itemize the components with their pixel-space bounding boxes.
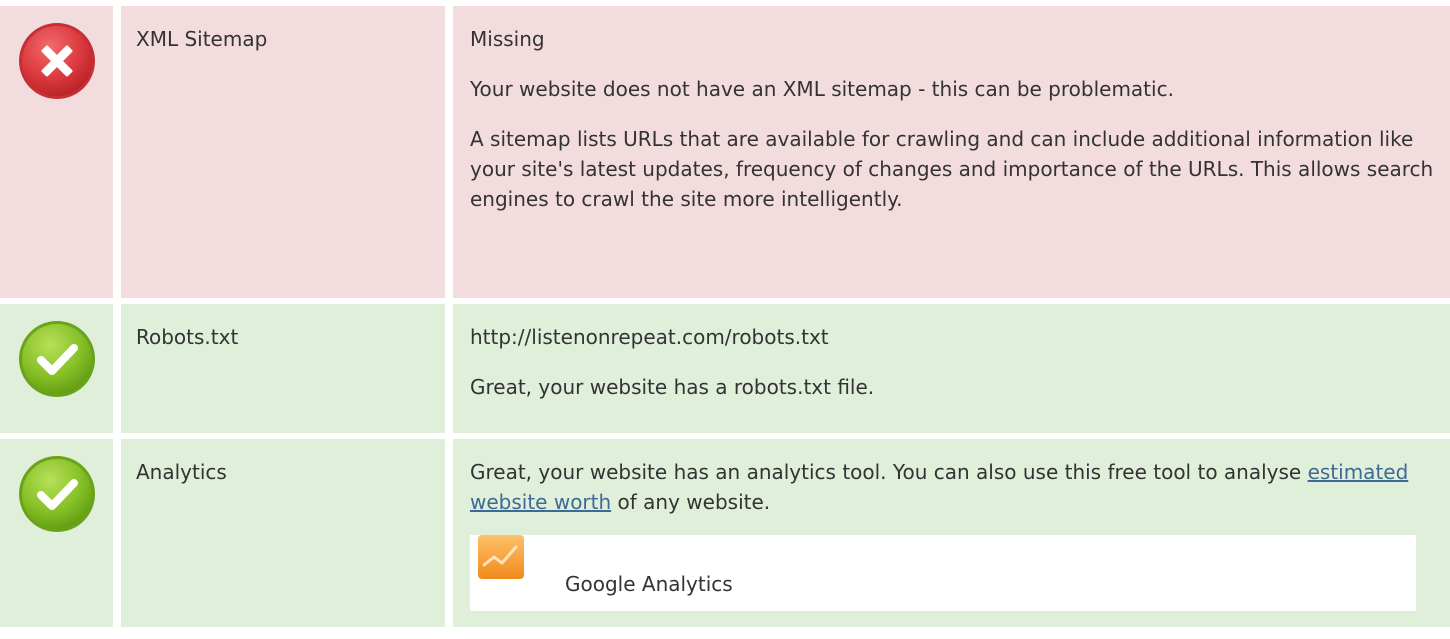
report-row-analytics: Analytics Great, your website has an ana… xyxy=(0,439,1450,627)
check-label: Analytics xyxy=(121,439,445,627)
check-value: Missing xyxy=(470,27,545,51)
status-cell xyxy=(0,6,113,298)
check-description: Your website does not have an XML sitema… xyxy=(470,77,1174,101)
check-details: Great, your website has an analytics too… xyxy=(453,439,1450,627)
check-description: Great, your website has an analytics too… xyxy=(470,457,1436,517)
status-cell xyxy=(0,304,113,433)
error-x-icon xyxy=(18,23,95,99)
description-text-after: of any website. xyxy=(611,490,771,514)
report-row-robots-txt: Robots.txt http://listenonrepeat.com/rob… xyxy=(0,304,1450,433)
success-check-icon xyxy=(18,456,95,532)
check-value: http://listenonrepeat.com/robots.txt xyxy=(470,325,829,349)
check-label: XML Sitemap xyxy=(121,6,445,298)
check-description: Great, your website has a robots.txt fil… xyxy=(470,375,875,399)
check-details: Missing Your website does not have an XM… xyxy=(453,6,1450,298)
success-check-icon xyxy=(18,321,95,397)
status-cell xyxy=(0,439,113,627)
check-label: Robots.txt xyxy=(121,304,445,433)
tool-name: Google Analytics xyxy=(565,572,733,596)
google-analytics-logo xyxy=(478,535,524,579)
seo-report-table: XML Sitemap Missing Your website does no… xyxy=(0,6,1450,633)
detected-tool-card: Google Analytics xyxy=(470,535,1416,611)
report-row-xml-sitemap: XML Sitemap Missing Your website does no… xyxy=(0,6,1450,298)
check-details: http://listenonrepeat.com/robots.txt Gre… xyxy=(453,304,1450,433)
check-explanation: A sitemap lists URLs that are available … xyxy=(470,127,1434,211)
description-text-before: Great, your website has an analytics too… xyxy=(470,460,1308,484)
